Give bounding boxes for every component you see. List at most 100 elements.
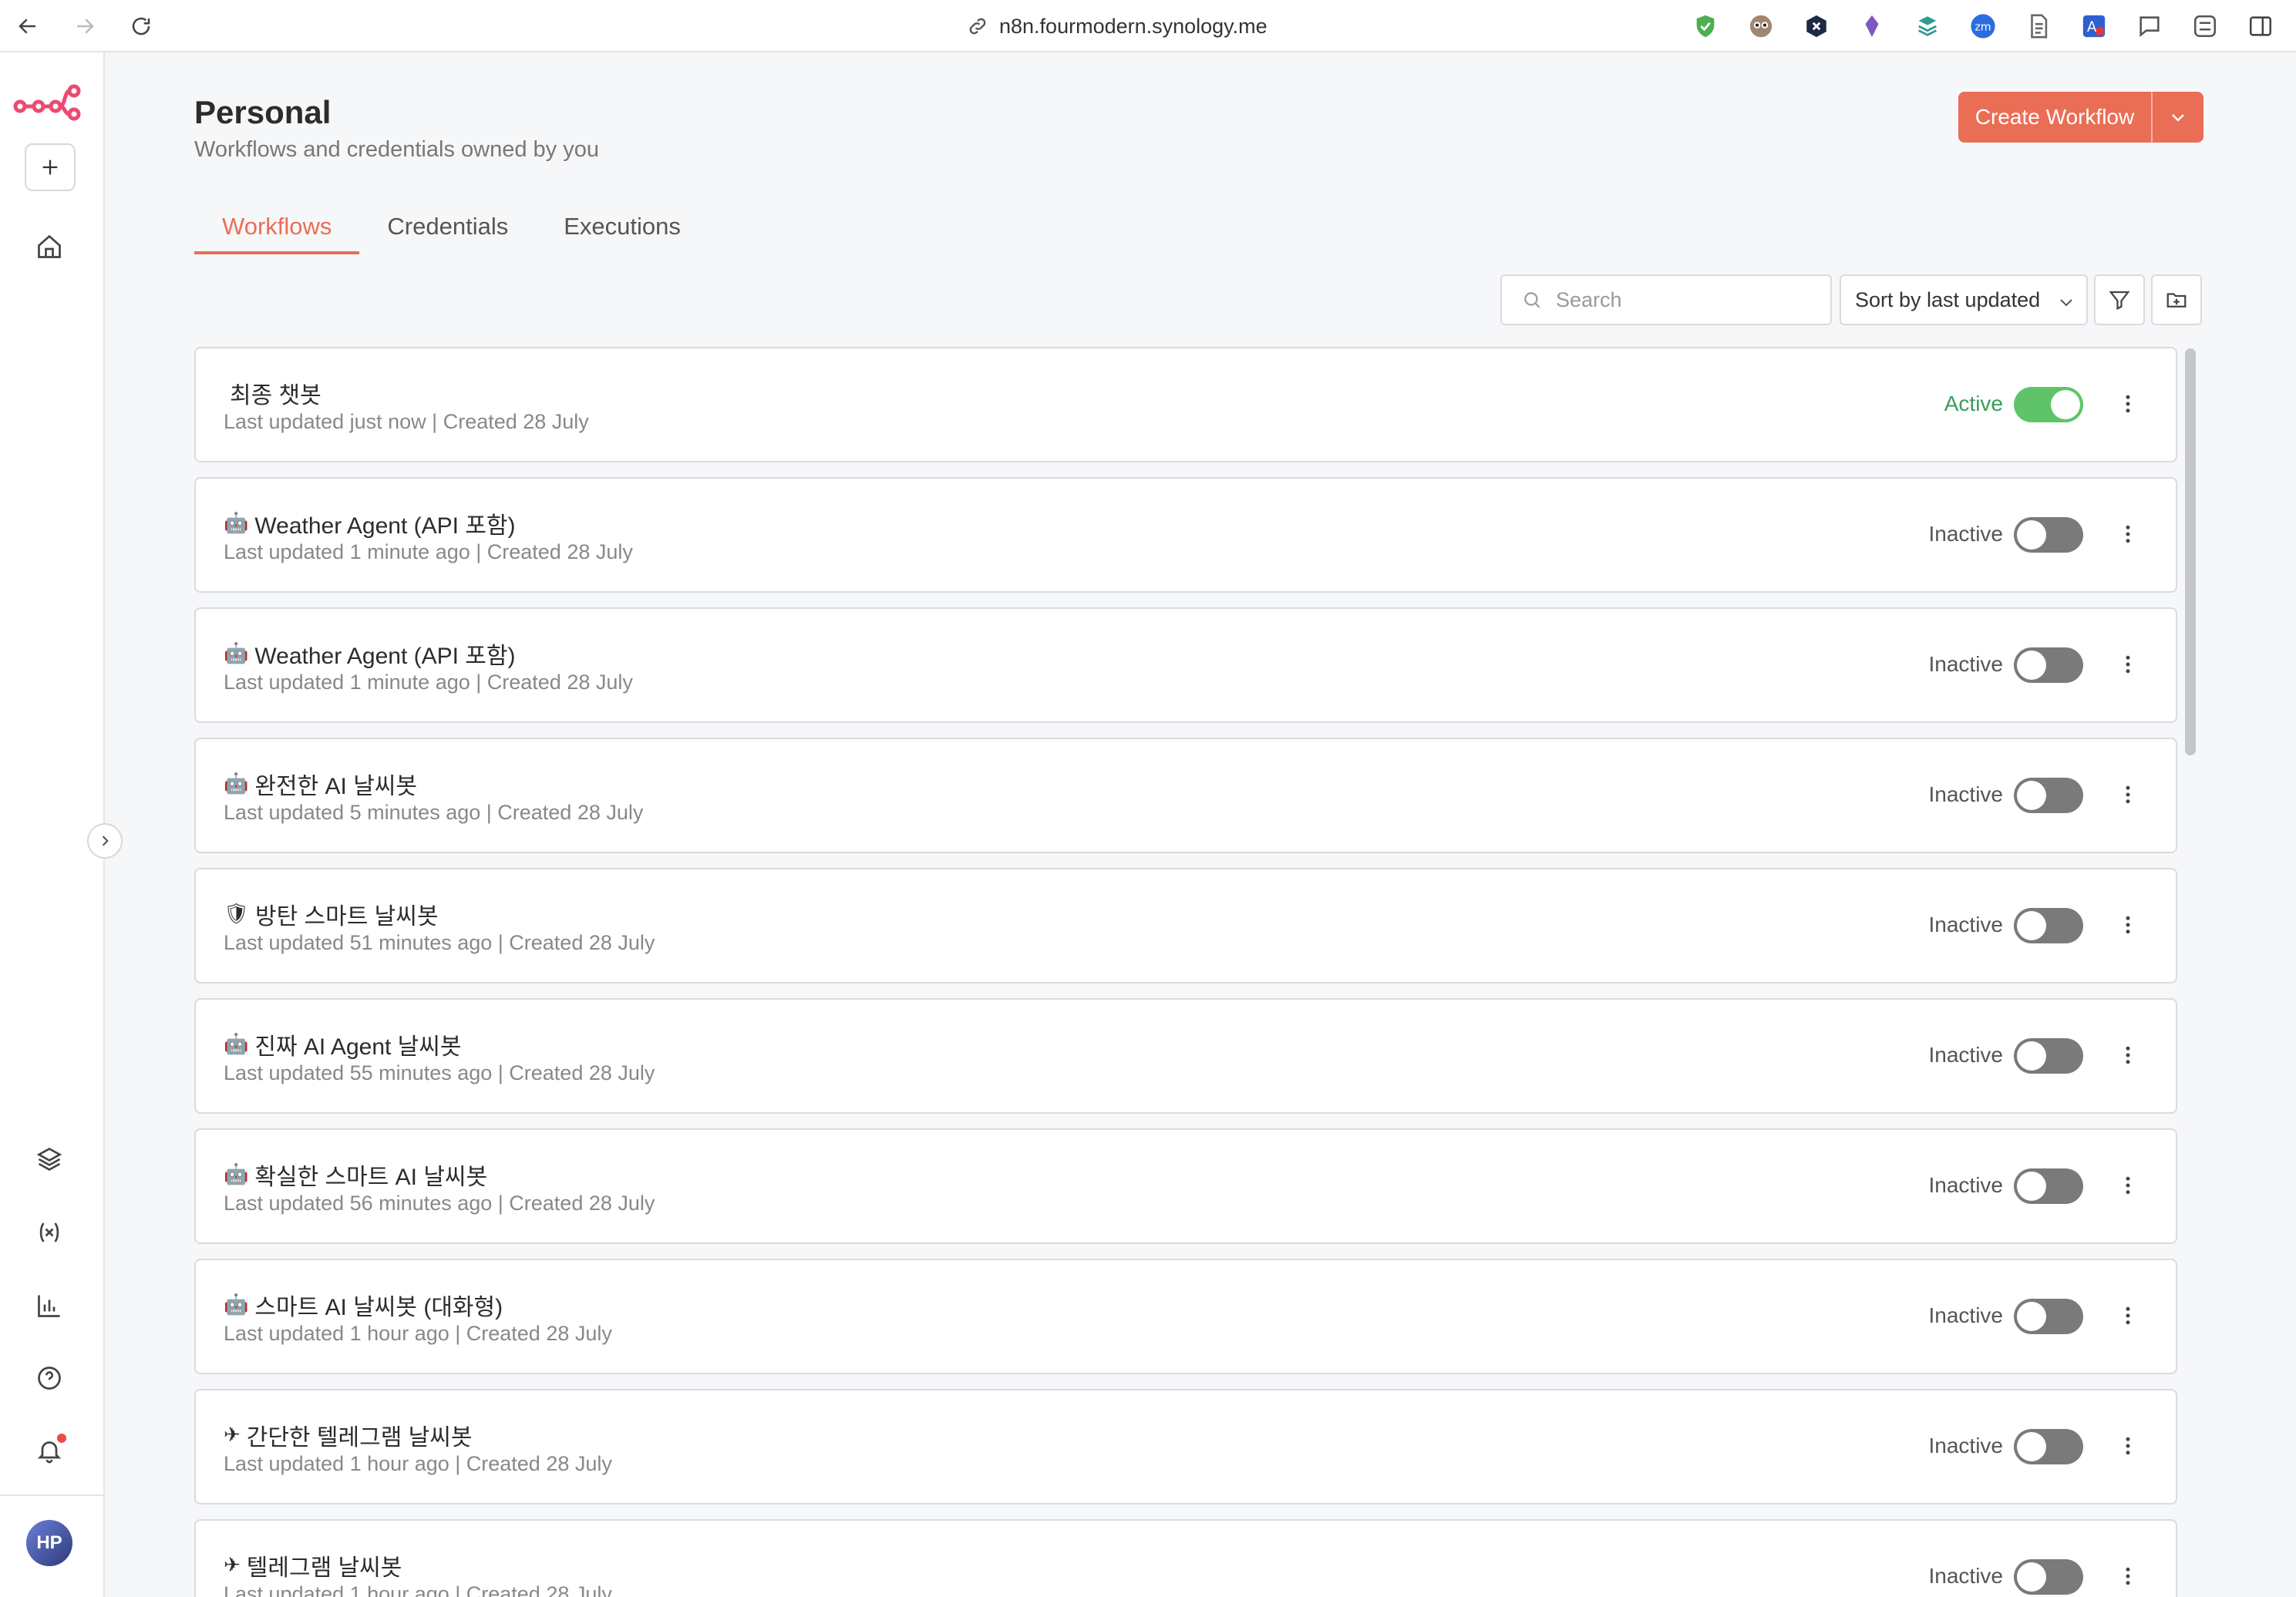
workflow-name-row: ✈ 간단한 텔레그램 날씨봇 [224, 1418, 472, 1452]
workflow-name[interactable]: 스마트 AI 날씨봇 (대화형) [254, 1288, 503, 1322]
workflow-emoji: 🤖 [224, 1163, 249, 1186]
doc-ext-icon[interactable] [2023, 11, 2054, 42]
workflow-name-row: 🤖 Weather Agent (API 포함) [224, 637, 516, 671]
owl-ext-icon[interactable] [1746, 11, 1776, 42]
active-toggle[interactable] [2014, 647, 2083, 683]
filter-button[interactable] [2094, 274, 2145, 325]
workflow-name[interactable]: 최종 챗봇 [230, 376, 322, 410]
active-toggle[interactable] [2014, 908, 2083, 943]
workflow-card[interactable]: 최종 챗봇 Last updated just now | Created 28 … [194, 347, 2177, 462]
workflow-card[interactable]: ✈ 간단한 텔레그램 날씨봇 Last updated 1 hour ago | C… [194, 1389, 2177, 1505]
workflow-card[interactable]: 🤖 완전한 AI 날씨봇 Last updated 5 minutes ago | … [194, 738, 2177, 853]
more-options-button[interactable] [2114, 1561, 2142, 1592]
n8n-logo[interactable] [12, 76, 82, 122]
kebab-icon [2126, 916, 2130, 934]
active-toggle[interactable] [2014, 387, 2083, 422]
tab-credentials[interactable]: Credentials [359, 202, 536, 254]
workflow-card[interactable]: 🤖 진짜 AI Agent 날씨봇 Last updated 55 minutes … [194, 998, 2177, 1114]
back-icon[interactable] [12, 11, 43, 42]
kebab-icon [2126, 1437, 2130, 1455]
more-options-button[interactable] [2114, 1170, 2142, 1201]
toggle-knob [2051, 390, 2080, 419]
more-options-button[interactable] [2114, 649, 2142, 680]
workflow-name[interactable]: 방탄 스마트 날씨봇 [255, 897, 438, 931]
browser-toolbar: n8n.fourmodern.synology.me zm A [0, 0, 2296, 52]
layers-ext-icon[interactable] [1912, 11, 1943, 42]
shield-ext-icon[interactable] [1690, 11, 1721, 42]
workflow-meta: Last updated just now | Created 28 July [224, 410, 589, 433]
forward-icon[interactable] [69, 11, 100, 42]
workflow-card[interactable]: 🤖 확실한 스마트 AI 날씨봇 Last updated 56 minutes a… [194, 1128, 2177, 1244]
avatar[interactable]: HP [26, 1520, 72, 1566]
toggle-knob [2017, 1432, 2046, 1461]
active-toggle[interactable] [2014, 778, 2083, 813]
sort-select[interactable]: Sort by last updated [1840, 274, 2088, 325]
add-button[interactable] [25, 143, 76, 191]
workflow-name[interactable]: Weather Agent (API 포함) [254, 506, 515, 540]
more-options-button[interactable] [2114, 1040, 2142, 1071]
active-toggle[interactable] [2014, 1429, 2083, 1464]
collapse-sidebar-button[interactable] [87, 823, 123, 859]
active-toggle[interactable] [2014, 1168, 2083, 1204]
zm-ext-icon[interactable]: zm [1968, 11, 1998, 42]
address-bar[interactable]: n8n.fourmodern.synology.me [967, 11, 1268, 42]
scrollbar[interactable] [2185, 348, 2196, 755]
workflow-name[interactable]: Weather Agent (API 포함) [254, 637, 515, 671]
kebab-icon [2126, 525, 2130, 543]
crystal-ext-icon[interactable] [1857, 11, 1887, 42]
active-toggle[interactable] [2014, 1038, 2083, 1074]
workflow-card[interactable]: 🤖 스마트 AI 날씨봇 (대화형) Last updated 1 hour ago… [194, 1259, 2177, 1374]
workflow-card[interactable]: ✈ 텔레그램 날씨봇 Last updated 1 hour ago | Creat… [194, 1519, 2177, 1597]
toggle-knob [2017, 1172, 2046, 1201]
sidebar: HP [0, 52, 105, 1597]
toggle-knob [2017, 1041, 2046, 1071]
kebab-icon [2126, 395, 2130, 413]
chat-ext-icon[interactable] [2134, 11, 2165, 42]
more-options-button[interactable] [2114, 1300, 2142, 1331]
active-toggle[interactable] [2014, 517, 2083, 553]
a-ext-icon[interactable]: A [2079, 11, 2109, 42]
workflow-name[interactable]: 텔레그램 날씨봇 [247, 1548, 402, 1582]
sidebar-toggle-icon[interactable] [2245, 11, 2276, 42]
home-icon[interactable] [34, 231, 65, 262]
folder-plus-icon [2166, 293, 2187, 308]
kebab-icon [2126, 1306, 2130, 1325]
workflow-name[interactable]: 진짜 AI Agent 날씨봇 [254, 1027, 461, 1061]
workflow-name-row: 🤖 Weather Agent (API 포함) [224, 506, 516, 540]
active-toggle[interactable] [2014, 1299, 2083, 1334]
kebab-icon [2126, 1567, 2130, 1585]
more-options-button[interactable] [2114, 388, 2142, 419]
toggle-knob [2017, 911, 2046, 940]
active-toggle[interactable] [2014, 1559, 2083, 1595]
workflow-card[interactable]: 🤖 Weather Agent (API 포함) Last updated 1 mi… [194, 607, 2177, 723]
tab-executions[interactable]: Executions [536, 202, 709, 254]
workflow-card[interactable]: 🤖 Weather Agent (API 포함) Last updated 1 mi… [194, 477, 2177, 593]
more-options-button[interactable] [2114, 1431, 2142, 1461]
more-options-button[interactable] [2114, 909, 2142, 940]
new-folder-button[interactable] [2151, 274, 2202, 325]
workflow-card[interactable]: 🛡 방탄 스마트 날씨봇 Last updated 51 minutes ago |… [194, 868, 2177, 983]
status-label: Inactive [1928, 1043, 2004, 1067]
search-box[interactable] [1500, 274, 1832, 325]
hex-ext-icon[interactable] [1801, 11, 1832, 42]
workflow-name[interactable]: 간단한 텔레그램 날씨봇 [247, 1418, 473, 1452]
workflow-meta: Last updated 5 minutes ago | Created 28 … [224, 801, 644, 824]
variables-icon[interactable] [34, 1217, 65, 1248]
more-options-button[interactable] [2114, 519, 2142, 550]
create-workflow-button[interactable]: Create Workflow [1958, 92, 2151, 143]
search-input[interactable] [1556, 287, 1787, 312]
help-icon[interactable] [34, 1363, 65, 1394]
tab-workflows[interactable]: Workflows [194, 202, 360, 254]
url-text: n8n.fourmodern.synology.me [999, 14, 1268, 38]
templates-icon[interactable] [34, 1144, 65, 1175]
workflow-name[interactable]: 완전한 AI 날씨봇 [254, 767, 417, 801]
reload-icon[interactable] [126, 11, 157, 42]
insights-icon[interactable] [34, 1290, 65, 1321]
create-dropdown-button[interactable] [2153, 92, 2203, 143]
status-label: Inactive [1928, 522, 2004, 546]
workflow-name[interactable]: 확실한 스마트 AI 날씨봇 [254, 1158, 487, 1192]
workflow-list: 최종 챗봇 Last updated just now | Created 28 … [194, 347, 2182, 1597]
sliders-ext-icon[interactable] [2190, 11, 2220, 42]
status-label: Inactive [1928, 782, 2004, 806]
more-options-button[interactable] [2114, 779, 2142, 810]
